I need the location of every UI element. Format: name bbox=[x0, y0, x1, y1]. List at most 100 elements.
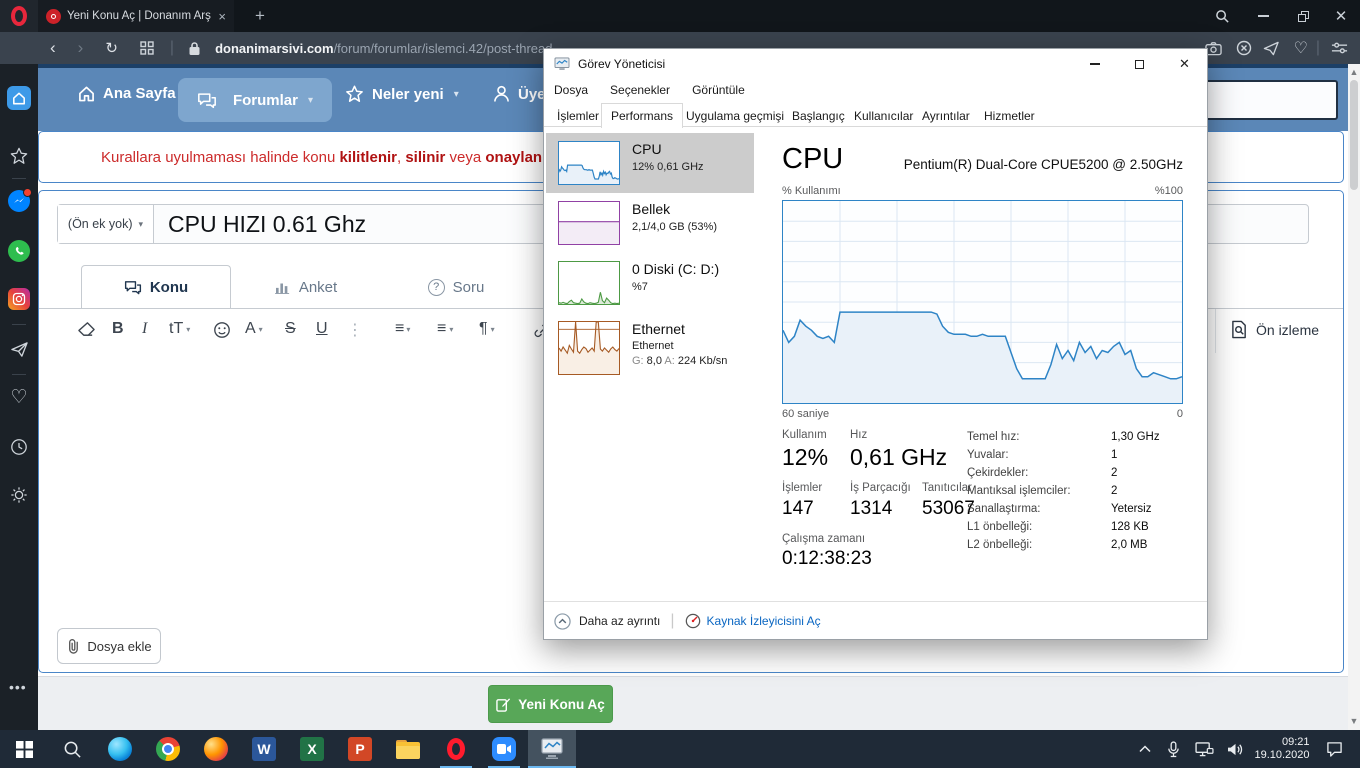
remove-format-eraser-icon[interactable] bbox=[77, 321, 96, 338]
perf-item-disk[interactable]: 0 Diski (C: D:) %7 bbox=[546, 253, 754, 313]
tm-tab-kullanicilar[interactable]: Kullanıcılar bbox=[845, 105, 922, 127]
align-button[interactable]: ≡ ▾ bbox=[437, 320, 453, 338]
action-center-icon[interactable] bbox=[1314, 730, 1354, 768]
nav-forums[interactable]: Forumlar ▾ bbox=[178, 78, 332, 122]
forward-icon[interactable]: › bbox=[78, 38, 84, 58]
taskbar-opera-icon[interactable] bbox=[432, 730, 480, 768]
taskbar-task-manager-icon[interactable] bbox=[528, 730, 576, 768]
tm-close-button[interactable]: ✕ bbox=[1162, 49, 1207, 79]
tm-tab-uygulama-gecmisi[interactable]: Uygulama geçmişi bbox=[677, 105, 793, 127]
divider bbox=[12, 178, 26, 179]
tray-volume-icon[interactable] bbox=[1220, 730, 1250, 768]
more-options-icon[interactable]: ⋮ bbox=[347, 320, 363, 340]
tm-tab-hizmetler[interactable]: Hizmetler bbox=[975, 105, 1044, 127]
list-button[interactable]: ≡ ▾ bbox=[395, 320, 410, 338]
taskbar-zoom-icon[interactable] bbox=[480, 730, 528, 768]
bookmark-heart-icon[interactable]: ♡ bbox=[1294, 38, 1308, 58]
task-manager-titlebar[interactable]: Görev Yöneticisi ✕ bbox=[544, 49, 1207, 79]
tray-clock[interactable]: 09:21 19.10.2020 bbox=[1250, 730, 1314, 768]
whatsapp-icon[interactable] bbox=[8, 240, 30, 262]
perf-item-memory[interactable]: Bellek 2,1/4,0 GB (53%) bbox=[546, 193, 754, 253]
start-button[interactable] bbox=[0, 730, 48, 768]
tray-chevron-up-icon[interactable] bbox=[1132, 730, 1158, 768]
history-clock-icon[interactable] bbox=[8, 436, 30, 458]
text-color-button[interactable]: A ▾ bbox=[245, 320, 263, 338]
menu-goruntule[interactable]: Görüntüle bbox=[692, 83, 745, 97]
tm-minimize-button[interactable] bbox=[1072, 49, 1117, 79]
adblock-shield-icon[interactable] bbox=[1236, 40, 1252, 56]
url-text[interactable]: donanimarsivi.com/forum/forumlar/islemci… bbox=[215, 41, 552, 56]
browser-search-icon[interactable] bbox=[1206, 0, 1238, 32]
underline-button[interactable]: U bbox=[316, 320, 328, 338]
taskbar-word-icon[interactable]: W bbox=[240, 730, 288, 768]
taskbar-powerpoint-icon[interactable]: P bbox=[336, 730, 384, 768]
tm-tab-performans[interactable]: Performans bbox=[601, 103, 684, 128]
sidebar-more-icon[interactable]: ••• bbox=[9, 679, 27, 695]
bookmarks-star-icon[interactable] bbox=[9, 146, 29, 166]
taskbar-firefox-icon[interactable] bbox=[192, 730, 240, 768]
messenger-icon[interactable] bbox=[8, 188, 32, 212]
scroll-down-icon[interactable]: ▼ bbox=[1348, 716, 1360, 726]
tm-tab-baslangic[interactable]: Başlangıç bbox=[783, 105, 854, 127]
memory-mini-chart bbox=[558, 201, 620, 245]
settings-gear-icon[interactable] bbox=[8, 484, 30, 506]
nav-whats-new[interactable]: Neler yeni ▾ bbox=[345, 85, 459, 103]
detail-value: 2,0 MB bbox=[1111, 539, 1148, 551]
divider bbox=[1215, 309, 1216, 353]
perf-item-cpu[interactable]: CPU 12% 0,61 GHz bbox=[546, 133, 754, 193]
menu-secenekler[interactable]: Seçenekler bbox=[610, 83, 670, 97]
prefix-dropdown[interactable]: (Ön ek yok) ▾ bbox=[58, 205, 154, 243]
italic-button[interactable]: I bbox=[142, 320, 147, 338]
lock-icon[interactable] bbox=[188, 41, 201, 56]
create-thread-button[interactable]: Yeni Konu Aç bbox=[488, 685, 613, 723]
menu-dosya[interactable]: Dosya bbox=[554, 83, 588, 97]
opera-menu-button[interactable] bbox=[0, 0, 38, 32]
axis-label-60s: 60 saniye bbox=[782, 408, 830, 420]
less-details-button[interactable]: Daha az ayrıntı bbox=[554, 612, 660, 630]
tray-microphone-icon[interactable] bbox=[1158, 730, 1188, 768]
tab-soru[interactable]: ? Soru bbox=[381, 265, 531, 309]
window-close-button[interactable]: ✕ bbox=[1322, 0, 1360, 32]
nav-home[interactable]: Ana Sayfa bbox=[78, 85, 176, 102]
speed-dial-home-icon[interactable] bbox=[7, 86, 31, 110]
window-restore-button[interactable] bbox=[1284, 0, 1322, 32]
my-flow-icon[interactable] bbox=[1263, 41, 1280, 56]
tray-network-icon[interactable] bbox=[1188, 730, 1220, 768]
attach-file-button[interactable]: Dosya ekle bbox=[57, 628, 161, 664]
taskbar-edge-icon[interactable] bbox=[96, 730, 144, 768]
new-tab-button[interactable]: + bbox=[246, 0, 274, 32]
tab-close-icon[interactable]: × bbox=[218, 9, 226, 24]
divider: | bbox=[1315, 39, 1320, 56]
page-scrollbar[interactable]: ▲ ▼ bbox=[1348, 64, 1360, 730]
tune-sliders-icon[interactable] bbox=[1331, 41, 1348, 55]
bold-button[interactable]: B bbox=[112, 320, 124, 338]
stat-value-uptime: 0:12:38:23 bbox=[782, 548, 872, 569]
instagram-icon[interactable] bbox=[8, 288, 30, 310]
telegram-plane-icon[interactable] bbox=[8, 338, 30, 360]
taskbar-excel-icon[interactable]: X bbox=[288, 730, 336, 768]
cpu-model-name: Pentium(R) Dual-Core CPUE5200 @ 2.50GHz bbox=[903, 157, 1183, 172]
personal-news-heart-icon[interactable]: ♡ bbox=[8, 386, 30, 408]
smilies-icon[interactable] bbox=[213, 321, 231, 339]
font-size-button[interactable]: tT ▾ bbox=[169, 320, 190, 338]
resource-monitor-link[interactable]: Kaynak İzleyicisini Aç bbox=[685, 613, 821, 629]
scroll-up-icon[interactable]: ▲ bbox=[1348, 67, 1360, 77]
taskbar-chrome-icon[interactable] bbox=[144, 730, 192, 768]
tm-tab-islemler[interactable]: İşlemler bbox=[548, 105, 608, 127]
strikethrough-button[interactable]: S bbox=[285, 320, 296, 338]
paragraph-button[interactable]: ¶ ▾ bbox=[479, 320, 495, 338]
speed-dial-icon[interactable] bbox=[140, 41, 154, 55]
scrollbar-thumb[interactable] bbox=[1350, 80, 1358, 190]
taskbar-explorer-icon[interactable] bbox=[384, 730, 432, 768]
reload-icon[interactable]: ↻ bbox=[105, 39, 118, 57]
tm-tab-ayrintilar[interactable]: Ayrıntılar bbox=[913, 105, 979, 127]
browser-tab[interactable]: Yeni Konu Aç | Donanım Arş × bbox=[38, 0, 234, 32]
preview-button[interactable]: Ön izleme bbox=[1231, 320, 1319, 339]
taskbar-search-button[interactable] bbox=[48, 730, 96, 768]
tm-maximize-button[interactable] bbox=[1117, 49, 1162, 79]
back-icon[interactable]: ‹ bbox=[50, 38, 56, 58]
window-minimize-button[interactable] bbox=[1244, 0, 1282, 32]
tab-konu[interactable]: Konu bbox=[81, 265, 231, 309]
perf-item-ethernet[interactable]: Ethernet Ethernet G: 8,0 A: 224 Kb/sn bbox=[546, 313, 754, 383]
tab-anket[interactable]: Anket bbox=[231, 265, 381, 309]
